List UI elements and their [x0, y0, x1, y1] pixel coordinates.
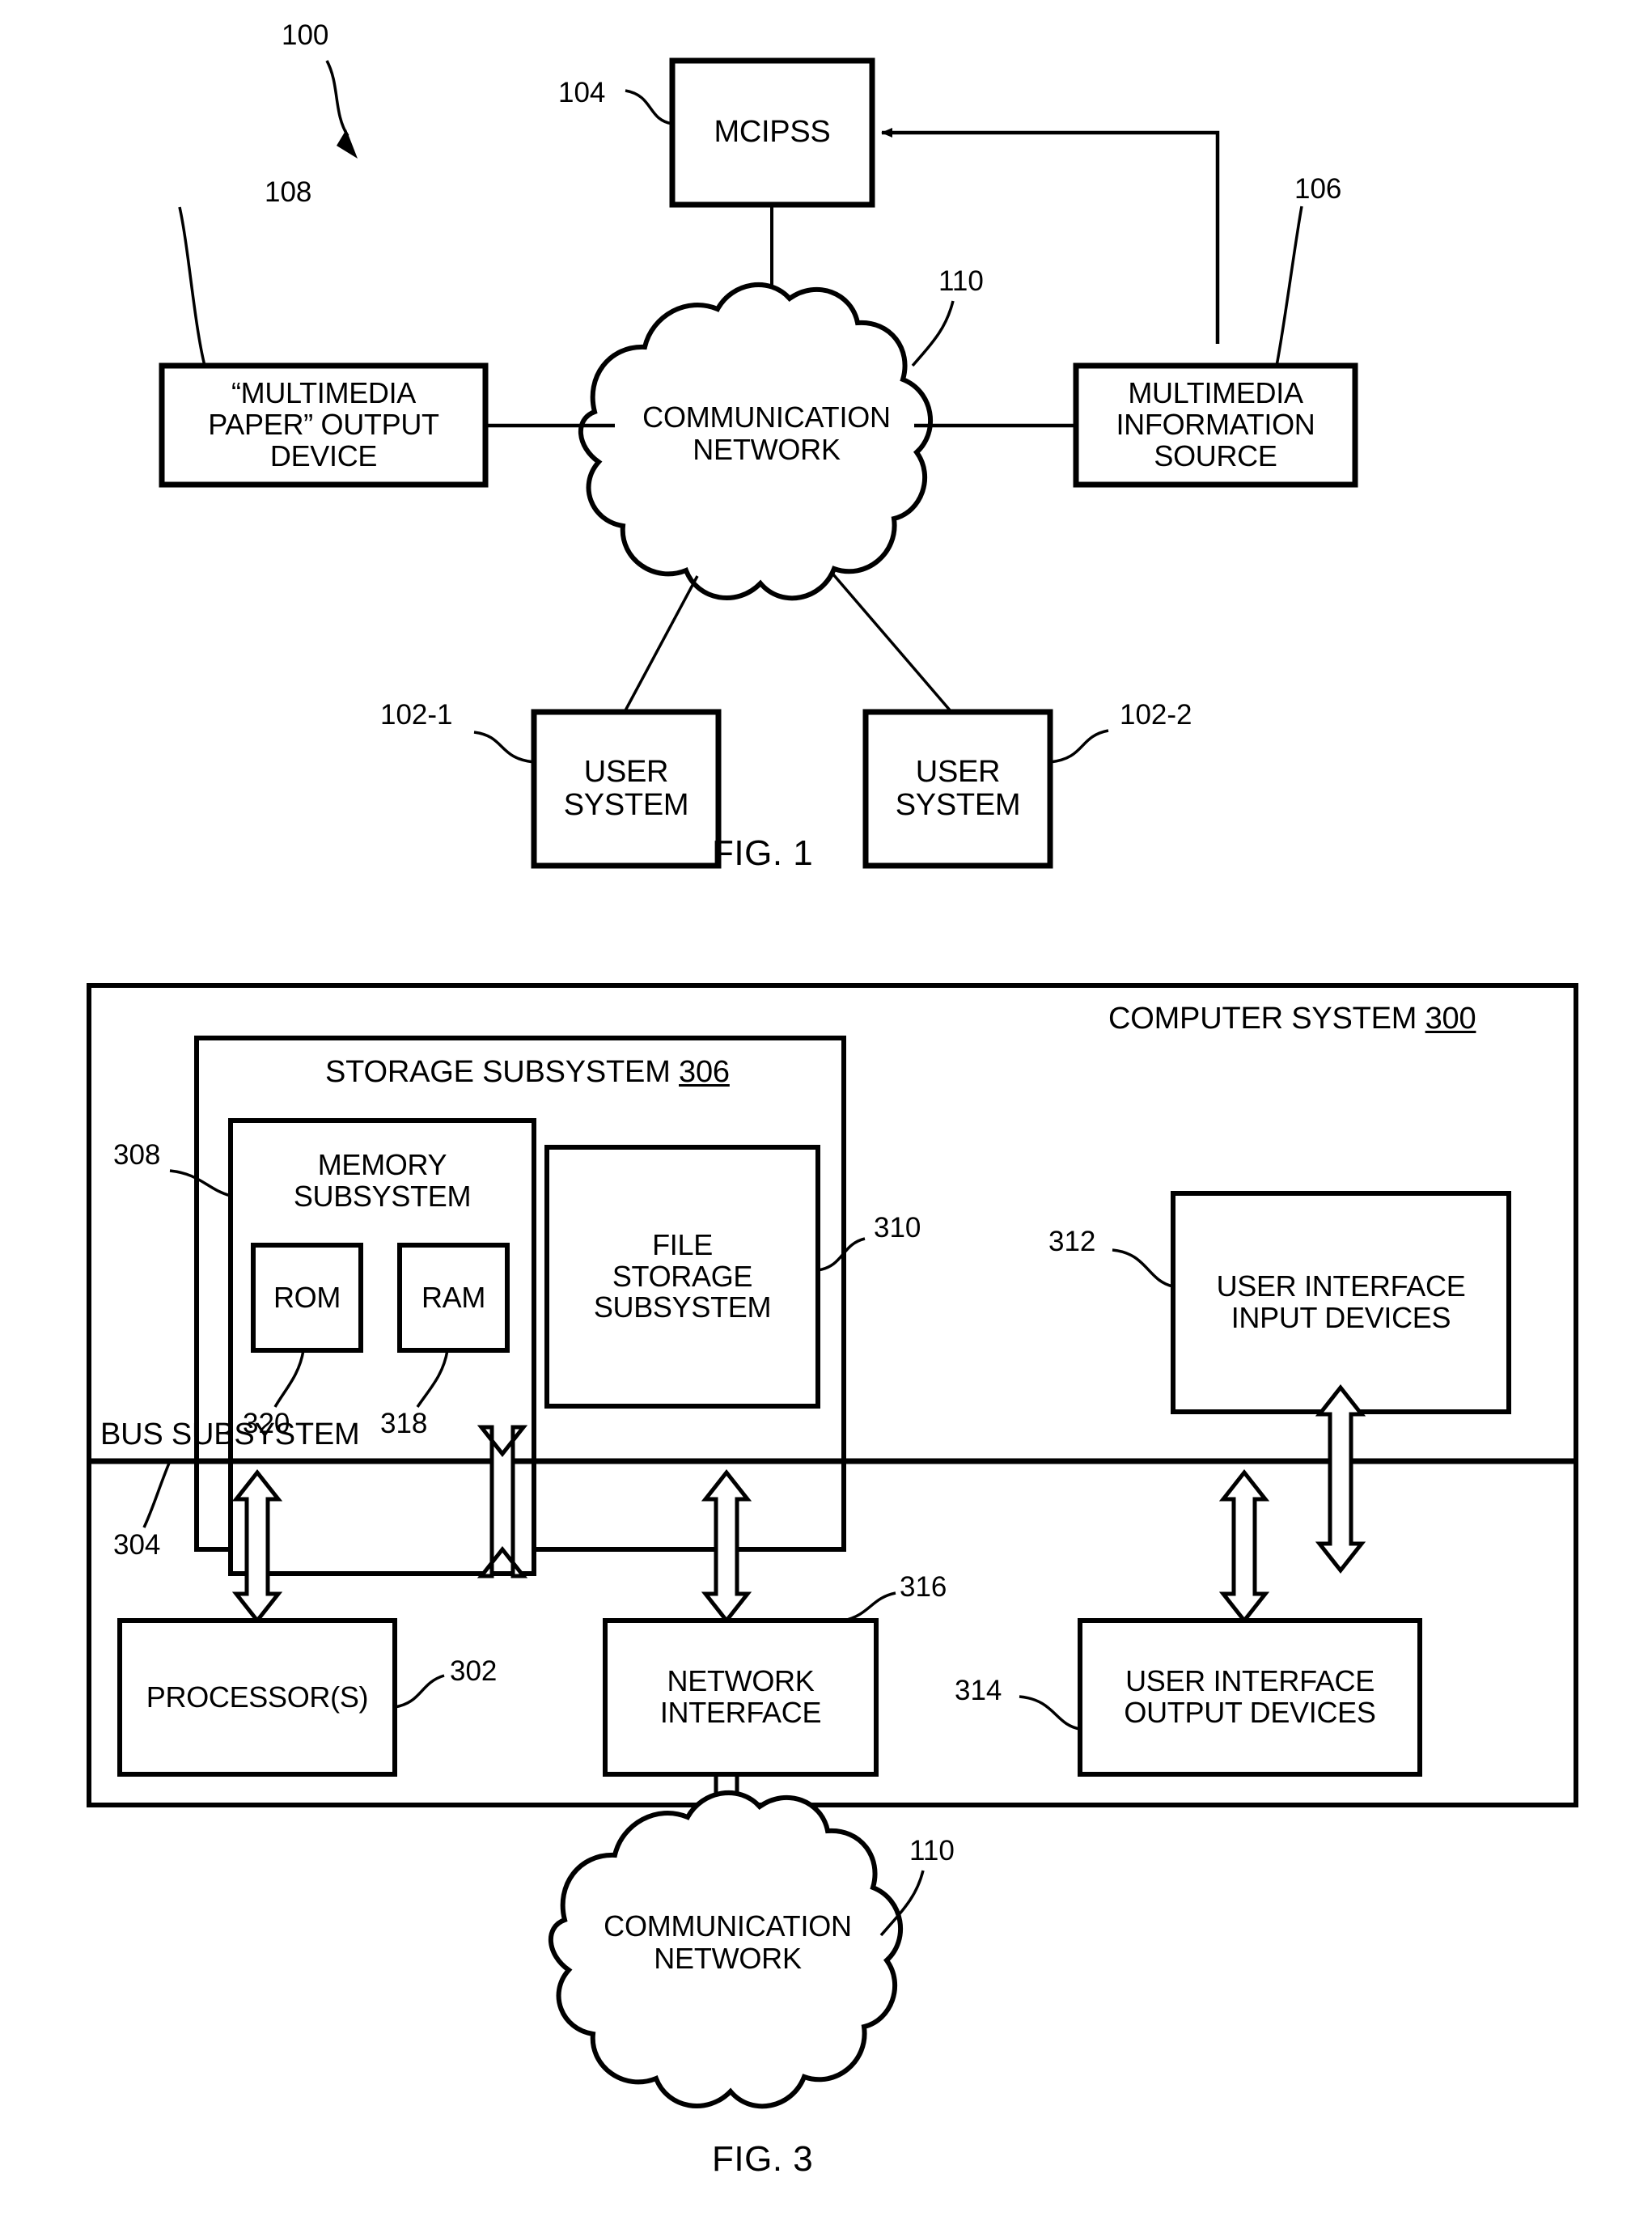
computer-system-ref: 300: [1425, 1002, 1476, 1036]
node-file-storage-subsystem: FILE STORAGE SUBSYSTEM: [593, 1227, 772, 1324]
node-communication-network-fig3: COMMUNICATION NETWORK: [604, 1909, 852, 1976]
node-user-system-1: USER SYSTEM: [563, 754, 689, 822]
node-user-interface-output-devices: USER INTERFACE OUTPUT DEVICES: [1124, 1664, 1376, 1729]
ref-label-310: 310: [874, 1212, 921, 1244]
ref-label-304: 304: [113, 1529, 161, 1561]
node-computer-system-title: COMPUTER SYSTEM 300: [1108, 1002, 1476, 1036]
node-mcipss: MCIPSS: [714, 115, 831, 150]
node-multimedia-information-source: MULTIMEDIA INFORMATION SOURCE: [1116, 376, 1315, 472]
figure-1-caption: FIG. 1: [712, 833, 814, 873]
fig1-system-lead: [325, 60, 358, 159]
ref-label-302: 302: [450, 1655, 498, 1687]
storage-subsystem-label: STORAGE SUBSYSTEM: [325, 1055, 680, 1089]
ref-label-312: 312: [1048, 1226, 1096, 1257]
node-communication-network-fig1: COMMUNICATION NETWORK: [642, 400, 891, 467]
storage-subsystem-ref: 306: [679, 1055, 730, 1089]
node-user-interface-input-devices: USER INTERFACE INPUT DEVICES: [1216, 1269, 1466, 1334]
node-memory-subsystem: MEMORY SUBSYSTEM: [293, 1148, 472, 1213]
ref-label-110-fig1: 110: [938, 265, 984, 297]
ref-label-314: 314: [955, 1675, 1002, 1706]
ref-label-316: 316: [900, 1571, 947, 1603]
node-storage-subsystem-title: STORAGE SUBSYSTEM 306: [325, 1055, 730, 1090]
node-user-system-2: USER SYSTEM: [895, 754, 1021, 822]
ref-label-106: 106: [1294, 173, 1342, 205]
ref-label-110-fig3: 110: [909, 1835, 955, 1866]
node-processors: PROCESSOR(S): [146, 1680, 369, 1714]
node-bus-subsystem-label: BUS SUBSYSTEM: [100, 1417, 360, 1451]
drawing-vector-layer: [87, 57, 1578, 2109]
computer-system-label: COMPUTER SYSTEM: [1108, 1002, 1425, 1036]
ref-label-104: 104: [558, 77, 606, 108]
ref-label-100: 100: [282, 19, 329, 51]
ref-label-318: 318: [380, 1408, 428, 1439]
ref-label-102-1: 102-1: [380, 699, 453, 731]
patent-drawing-sheet: 100 104 MCIPSS 108 “MULTIMEDIA PAPER” OU…: [0, 0, 1652, 2216]
figure-3-caption: FIG. 3: [712, 2139, 814, 2179]
ref-label-102-2: 102-2: [1120, 699, 1192, 731]
node-network-interface: NETWORK INTERFACE: [659, 1664, 822, 1729]
ref-label-108: 108: [265, 176, 312, 208]
ref-label-308: 308: [113, 1139, 161, 1171]
node-multimedia-paper-output-device: “MULTIMEDIA PAPER” OUTPUT DEVICE: [208, 376, 439, 472]
node-rom: ROM: [273, 1280, 341, 1314]
node-ram: RAM: [421, 1280, 486, 1314]
